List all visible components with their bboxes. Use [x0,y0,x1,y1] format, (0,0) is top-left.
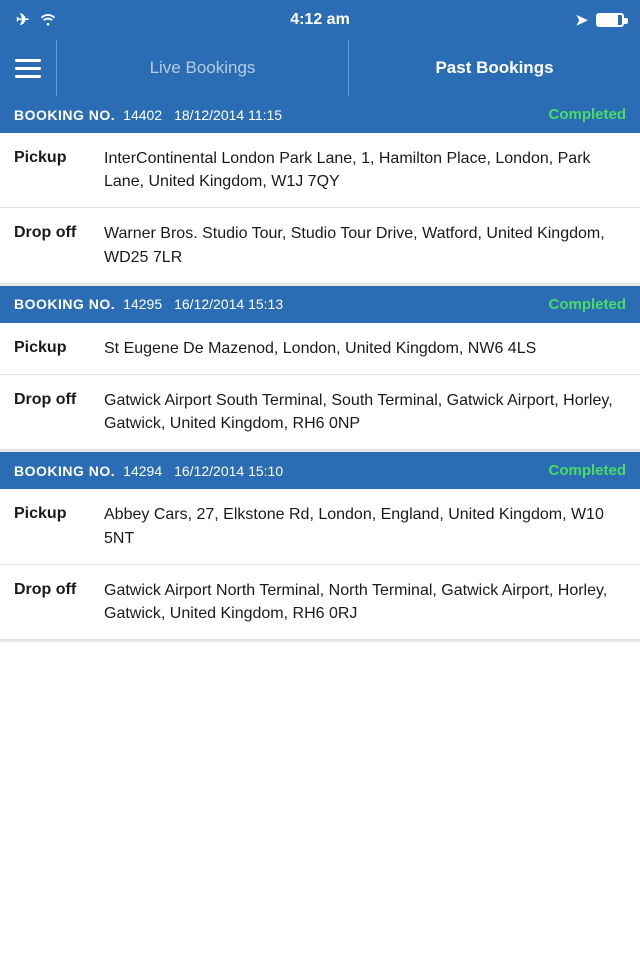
booking-3-dropoff-row: Drop off Gatwick Airport North Terminal,… [0,565,640,640]
location-arrow-icon: ➤ [575,11,588,29]
booking-3-pickup-label: Pickup [14,503,104,523]
booking-2-pickup-label: Pickup [14,337,104,357]
booking-1-dropoff-label: Drop off [14,222,104,242]
booking-3-header: BOOKING NO. 14294 16/12/2014 15:10 Compl… [0,452,640,489]
booking-2: BOOKING NO. 14295 16/12/2014 15:13 Compl… [0,286,640,453]
booking-1-label: BOOKING NO. [14,107,115,123]
hamburger-line-2 [15,67,41,70]
booking-1-dropoff-row: Drop off Warner Bros. Studio Tour, Studi… [0,208,640,283]
booking-2-dropoff-row: Drop off Gatwick Airport South Terminal,… [0,375,640,450]
status-bar-left: ✈ [16,10,57,30]
booking-1-dropoff-address: Warner Bros. Studio Tour, Studio Tour Dr… [104,222,626,268]
booking-3-pickup-row: Pickup Abbey Cars, 27, Elkstone Rd, Lond… [0,489,640,564]
booking-2-status: Completed [548,296,626,313]
booking-1-pickup-address: InterContinental London Park Lane, 1, Ha… [104,147,626,193]
tab-past-bookings[interactable]: Past Bookings [349,40,640,96]
booking-2-label: BOOKING NO. [14,296,115,312]
booking-1: BOOKING NO. 14402 18/12/2014 11:15 Compl… [0,96,640,286]
booking-3-number: 14294 [123,463,162,479]
booking-3-status: Completed [548,462,626,479]
booking-1-date: 18/12/2014 11:15 [174,107,282,123]
booking-2-header: BOOKING NO. 14295 16/12/2014 15:13 Compl… [0,286,640,323]
nav-bar: Live Bookings Past Bookings [0,40,640,96]
booking-2-pickup-row: Pickup St Eugene De Mazenod, London, Uni… [0,323,640,375]
wifi-icon [39,12,57,29]
tab-live-bookings[interactable]: Live Bookings [57,40,348,96]
status-bar: ✈ 4:12 am ➤ [0,0,640,40]
booking-1-pickup-row: Pickup InterContinental London Park Lane… [0,133,640,208]
booking-1-header: BOOKING NO. 14402 18/12/2014 11:15 Compl… [0,96,640,133]
battery-icon [596,13,624,27]
booking-3-label: BOOKING NO. [14,463,115,479]
booking-1-pickup-label: Pickup [14,147,104,167]
booking-2-number: 14295 [123,296,162,312]
booking-2-pickup-address: St Eugene De Mazenod, London, United Kin… [104,337,626,360]
hamburger-line-1 [15,59,41,62]
booking-3-dropoff-label: Drop off [14,579,104,599]
booking-2-dropoff-label: Drop off [14,389,104,409]
booking-3: BOOKING NO. 14294 16/12/2014 15:10 Compl… [0,452,640,642]
airplane-icon: ✈ [16,10,29,30]
booking-3-date: 16/12/2014 15:10 [174,463,283,479]
booking-2-dropoff-address: Gatwick Airport South Terminal, South Te… [104,389,626,435]
booking-1-status: Completed [548,106,626,123]
status-bar-time: 4:12 am [290,11,350,29]
booking-3-dropoff-address: Gatwick Airport North Terminal, North Te… [104,579,626,625]
status-bar-right: ➤ [575,11,624,29]
booking-1-number: 14402 [123,107,162,123]
booking-2-date: 16/12/2014 15:13 [174,296,283,312]
hamburger-menu-button[interactable] [0,59,56,78]
booking-3-pickup-address: Abbey Cars, 27, Elkstone Rd, London, Eng… [104,503,626,549]
hamburger-line-3 [15,75,41,78]
nav-tabs: Live Bookings Past Bookings [56,40,640,96]
